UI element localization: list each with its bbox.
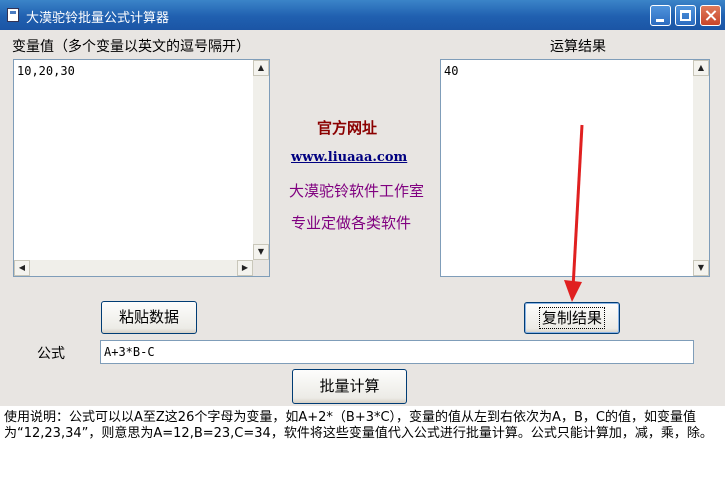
scroll-left-icon[interactable]: ◀ bbox=[14, 260, 30, 276]
scroll-right-icon[interactable]: ▶ bbox=[237, 260, 253, 276]
variables-vscrollbar[interactable]: ▲ ▼ bbox=[253, 60, 269, 260]
scroll-down-icon[interactable]: ▼ bbox=[253, 244, 269, 260]
minimize-button[interactable] bbox=[650, 5, 671, 26]
usage-instructions: 使用说明：公式可以以A至Z这26个字母为变量，如A+2*（B+3*C），变量的值… bbox=[0, 406, 725, 484]
studio-tagline: 专业定做各类软件 bbox=[291, 214, 412, 232]
copy-result-label: 复制结果 bbox=[538, 307, 606, 329]
title-bar[interactable]: 大漠驼铃批量公式计算器 bbox=[0, 0, 725, 30]
result-vscrollbar[interactable]: ▲ ▼ bbox=[693, 60, 709, 276]
copy-result-button[interactable]: 复制结果 bbox=[524, 302, 620, 334]
window-title: 大漠驼铃批量公式计算器 bbox=[26, 11, 170, 26]
formula-value: A+3*B-C bbox=[104, 345, 155, 359]
calculator-icon bbox=[7, 8, 19, 22]
formula-label: 公式 bbox=[37, 346, 65, 362]
scroll-down-icon[interactable]: ▼ bbox=[693, 260, 709, 276]
close-button[interactable] bbox=[700, 5, 721, 26]
website-link[interactable]: www.liuaaa.com bbox=[291, 150, 407, 165]
batch-calculate-label: 批量计算 bbox=[319, 377, 380, 395]
scrollbar-corner bbox=[253, 260, 269, 276]
usage-instructions-text: 使用说明：公式可以以A至Z这26个字母为变量，如A+2*（B+3*C），变量的值… bbox=[4, 410, 713, 441]
result-value: 40 bbox=[444, 64, 459, 78]
paste-data-label: 粘贴数据 bbox=[118, 308, 179, 326]
scroll-up-icon[interactable]: ▲ bbox=[693, 60, 709, 76]
main-window: 大漠驼铃批量公式计算器 变量值（多个变量以英文的逗号隔开） 10,20,30 ▲… bbox=[0, 0, 725, 484]
annotation-arrow-icon bbox=[564, 124, 584, 302]
result-label: 运算结果 bbox=[550, 39, 606, 55]
maximize-button[interactable] bbox=[675, 5, 696, 26]
variables-textarea[interactable]: 10,20,30 ▲ ▼ ◀ ▶ bbox=[13, 59, 270, 277]
batch-calculate-button[interactable]: 批量计算 bbox=[292, 369, 407, 404]
variables-value: 10,20,30 bbox=[17, 64, 75, 78]
scroll-up-icon[interactable]: ▲ bbox=[253, 60, 269, 76]
variables-label: 变量值（多个变量以英文的逗号隔开） bbox=[12, 39, 250, 55]
formula-input[interactable]: A+3*B-C bbox=[100, 340, 694, 364]
studio-name: 大漠驼铃软件工作室 bbox=[289, 182, 425, 200]
paste-data-button[interactable]: 粘贴数据 bbox=[101, 301, 197, 334]
variables-hscrollbar[interactable]: ◀ ▶ bbox=[14, 260, 253, 276]
official-site-heading: 官方网址 bbox=[317, 119, 378, 137]
